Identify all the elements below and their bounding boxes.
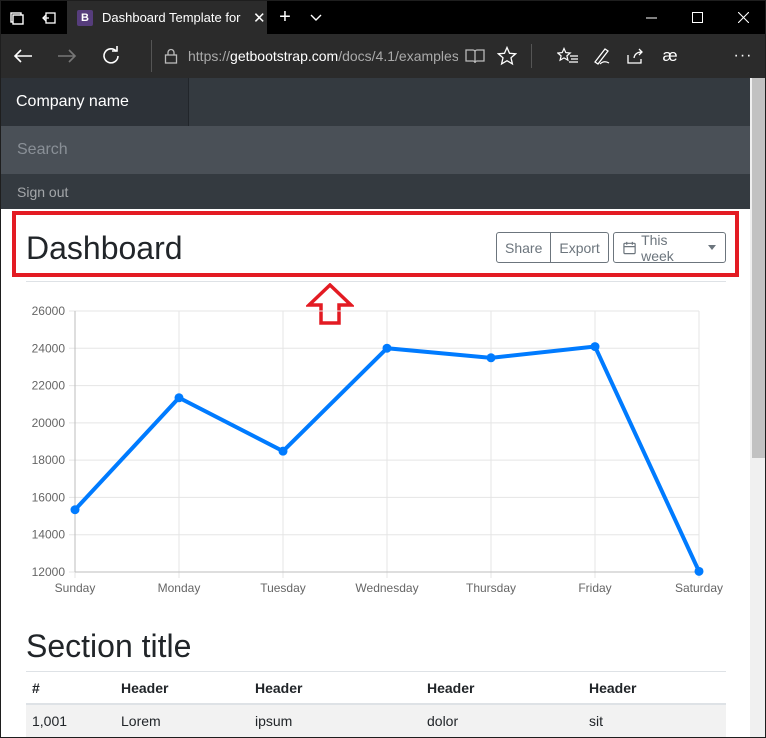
page-scrollbar[interactable] <box>750 78 765 737</box>
y-tick-label: 18000 <box>32 453 66 467</box>
url-text: https://getbootstrap.com/docs/4.1/exampl… <box>188 48 458 64</box>
reading-view-icon[interactable] <box>458 34 492 78</box>
header-divider <box>26 281 726 282</box>
x-tick-label: Thursday <box>466 581 516 595</box>
refresh-icon[interactable] <box>91 34 131 78</box>
active-tab[interactable]: B Dashboard Template for ✕ <box>67 1 267 34</box>
table-cell: dolor <box>427 713 459 729</box>
data-point <box>590 342 600 352</box>
lock-icon <box>164 48 178 64</box>
more-menu-icon[interactable]: ··· <box>726 34 760 78</box>
x-tick-label: Tuesday <box>260 581 306 595</box>
set-tabs-aside-icon[interactable] <box>33 1 65 34</box>
extension-ae-icon[interactable]: æ <box>653 34 687 78</box>
search-bar <box>1 126 750 174</box>
favorites-hub-icon[interactable] <box>551 34 585 78</box>
table-header-row: # Header Header Header Header <box>26 672 726 705</box>
address-toolbar: https://getbootstrap.com/docs/4.1/exampl… <box>1 34 765 78</box>
x-tick-label: Saturday <box>675 581 723 595</box>
x-tick-label: Friday <box>578 581 611 595</box>
address-field[interactable]: https://getbootstrap.com/docs/4.1/exampl… <box>151 40 491 72</box>
share-icon[interactable] <box>619 34 653 78</box>
bootstrap-favicon-icon: B <box>77 9 93 26</box>
close-window-icon[interactable] <box>720 1 765 34</box>
data-point <box>486 353 496 363</box>
column-header: Header <box>255 679 303 696</box>
top-navbar: Company name <box>1 78 750 126</box>
y-tick-label: 26000 <box>32 304 66 318</box>
signout-bar: Sign out <box>1 174 750 209</box>
back-icon[interactable] <box>3 34 43 78</box>
table-cell: 1,001 <box>32 713 68 729</box>
y-tick-label: 12000 <box>32 565 66 579</box>
data-point <box>174 393 184 403</box>
forward-icon[interactable] <box>47 34 87 78</box>
y-tick-label: 24000 <box>32 341 66 355</box>
column-header: Header <box>121 679 169 696</box>
favorite-star-icon[interactable] <box>490 34 524 78</box>
data-point <box>70 505 80 515</box>
web-page: Company name Sign out Dashboard Share Ex… <box>1 78 750 737</box>
search-input[interactable] <box>1 126 750 174</box>
x-tick-label: Wednesday <box>355 581 418 595</box>
y-tick-label: 16000 <box>32 490 66 504</box>
minimize-icon[interactable] <box>628 1 674 34</box>
column-header: # <box>32 679 40 696</box>
tab-manager-icon[interactable] <box>1 1 33 34</box>
sign-out-link[interactable]: Sign out <box>17 174 68 209</box>
x-tick-label: Sunday <box>55 581 96 595</box>
x-tick-label: Monday <box>158 581 201 595</box>
data-point <box>382 343 392 353</box>
line-chart: 12000 14000 16000 18000 20000 22000 24000 26000… <box>32 304 723 595</box>
tab-bar: B Dashboard Template for ✕ + <box>1 1 765 34</box>
scrollbar-thumb[interactable] <box>752 78 765 458</box>
table-cell: sit <box>589 713 603 729</box>
column-header: Header <box>589 679 637 696</box>
new-tab-icon[interactable]: + <box>273 1 297 34</box>
table-cell: Lorem <box>121 713 161 729</box>
y-tick-label: 20000 <box>32 416 66 430</box>
maximize-icon[interactable] <box>674 1 720 34</box>
table-cell: ipsum <box>255 713 293 729</box>
y-tick-label: 22000 <box>32 379 66 393</box>
tab-title: Dashboard Template for <box>102 10 241 25</box>
notes-pen-icon[interactable] <box>585 34 619 78</box>
y-tick-label: 14000 <box>32 528 66 542</box>
browser-window: B Dashboard Template for ✕ + https://get… <box>0 0 766 738</box>
tab-list-chevron-icon[interactable] <box>304 1 328 34</box>
data-table: # Header Header Header Header 1,001 Lore… <box>26 672 726 737</box>
highlight-box <box>12 211 739 277</box>
table-row: 1,001 Lorem ipsum dolor sit <box>26 705 726 737</box>
data-point <box>278 446 288 456</box>
section-title: Section title <box>26 628 192 664</box>
data-point <box>694 566 704 576</box>
tab-close-icon[interactable]: ✕ <box>253 9 266 27</box>
column-header: Header <box>427 679 475 696</box>
brand-link[interactable]: Company name <box>1 78 189 126</box>
